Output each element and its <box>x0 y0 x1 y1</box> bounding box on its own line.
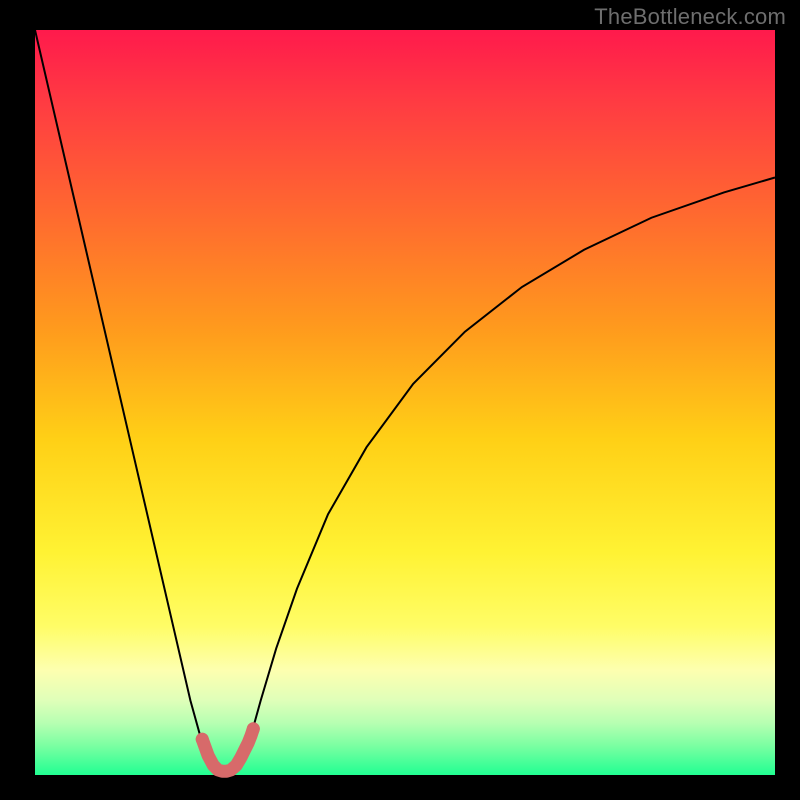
gradient-background <box>35 30 775 775</box>
series-valley-highlight-endpoint <box>196 733 209 746</box>
bottleneck-chart <box>0 0 800 800</box>
chart-frame: TheBottleneck.com <box>0 0 800 800</box>
series-valley-highlight-endpoint <box>247 722 260 735</box>
